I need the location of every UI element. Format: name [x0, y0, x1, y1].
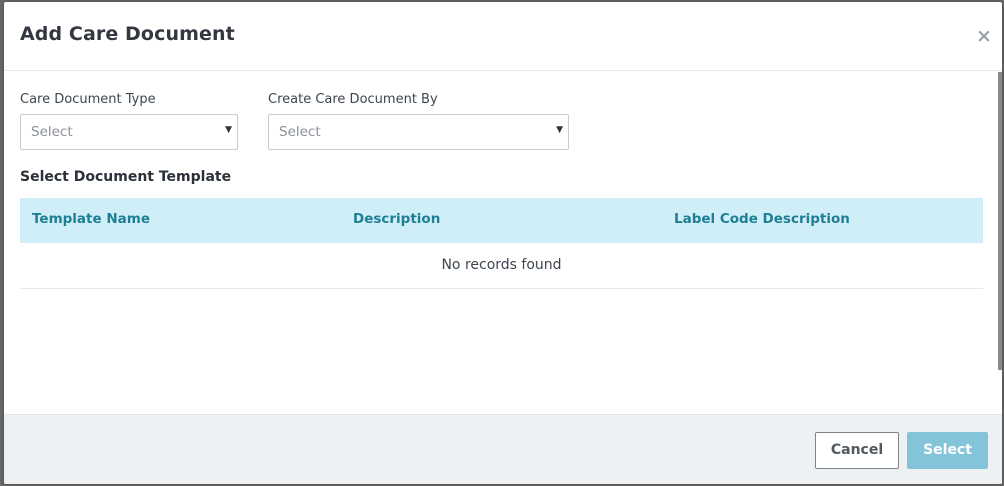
dialog-body: Care Document Type Select ▼ Create Care … — [4, 72, 1002, 414]
close-icon[interactable]: × — [974, 24, 994, 48]
cancel-button[interactable]: Cancel — [815, 432, 899, 469]
dialog-scrollbar[interactable] — [998, 72, 1002, 370]
chevron-down-icon: ▼ — [225, 125, 232, 135]
add-care-document-dialog: Add Care Document × Care Document Type S… — [4, 2, 1002, 484]
select-button[interactable]: Select — [907, 432, 988, 469]
care-document-type-select[interactable]: Select ▼ — [20, 114, 238, 150]
table-row-empty: No records found — [20, 243, 983, 289]
create-by-label: Create Care Document By — [268, 92, 438, 107]
dialog-title: Add Care Document — [20, 23, 235, 45]
chevron-down-icon: ▼ — [556, 125, 563, 135]
care-document-type-value: Select — [31, 124, 73, 140]
column-header-template-name[interactable]: Template Name — [32, 211, 150, 227]
create-by-value: Select — [279, 124, 321, 140]
care-document-type-label: Care Document Type — [20, 92, 156, 107]
column-header-description[interactable]: Description — [353, 211, 440, 227]
create-by-select[interactable]: Select ▼ — [268, 114, 569, 150]
template-table-header: Template Name Description Label Code Des… — [20, 198, 983, 243]
dialog-footer: Cancel Select — [4, 414, 1002, 484]
empty-message: No records found — [441, 257, 562, 273]
template-section-title: Select Document Template — [20, 169, 232, 185]
dialog-header: Add Care Document × — [4, 2, 1002, 71]
column-header-label-code-description[interactable]: Label Code Description — [674, 211, 850, 227]
